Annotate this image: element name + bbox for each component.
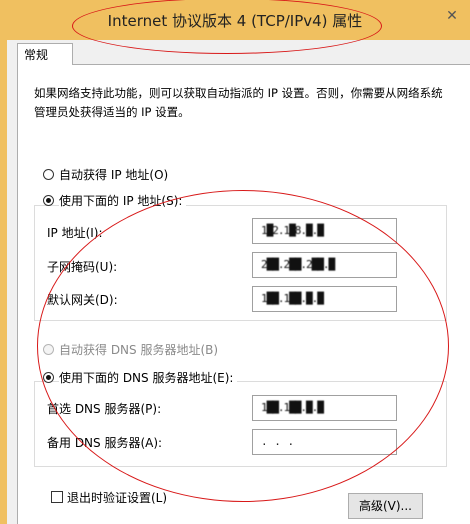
close-icon[interactable]: ✕ <box>444 8 460 24</box>
title-bar: Internet 协议版本 4 (TCP/IPv4) 属性 ✕ <box>0 0 470 40</box>
alternate-dns-field[interactable]: . . . <box>252 429 397 455</box>
subnet-mask-field[interactable]: 2██.2██.2██.█ <box>252 252 397 278</box>
manual-ip-label[interactable]: 使用下面的 IP 地址(S): <box>59 192 187 209</box>
properties-window: Internet 协议版本 4 (TCP/IPv4) 属性 ✕ 常规 如果网络支… <box>0 0 470 524</box>
preferred-dns-label: 首选 DNS 服务器(P): <box>47 402 162 416</box>
ip-address-value: 1█2.1█8.█.█ <box>261 224 324 237</box>
auto-ip-radio[interactable] <box>43 169 54 180</box>
alternate-dns-value: . . . <box>261 435 295 448</box>
manual-dns-radio[interactable] <box>43 372 54 383</box>
auto-dns-radio <box>43 344 54 355</box>
default-gateway-field[interactable]: 1██.1██.█.█ <box>252 286 397 312</box>
ip-address-field[interactable]: 1█2.1█8.█.█ <box>252 218 397 244</box>
general-tab-panel: 如果网络支持此功能，则可以获取自动指派的 IP 设置。否则，你需要从网络系统管理… <box>17 64 470 524</box>
auto-dns-label: 自动获得 DNS 服务器地址(B) <box>59 343 219 357</box>
subnet-mask-label: 子网掩码(U): <box>47 260 118 274</box>
validate-on-exit-checkbox[interactable] <box>51 491 63 503</box>
preferred-dns-value: 1██.1██.█.█ <box>261 401 324 414</box>
validate-on-exit-label[interactable]: 退出时验证设置(L) <box>67 489 167 506</box>
description-text: 如果网络支持此功能，则可以获取自动指派的 IP 设置。否则，你需要从网络系统管理… <box>34 86 443 119</box>
auto-ip-label[interactable]: 自动获得 IP 地址(O) <box>59 166 168 183</box>
ip-address-label: IP 地址(I): <box>47 226 103 240</box>
advanced-button[interactable]: 高级(V)... <box>348 493 423 519</box>
window-title: Internet 协议版本 4 (TCP/IPv4) 属性 <box>107 12 363 30</box>
default-gateway-label: 默认网关(D): <box>47 293 118 307</box>
dialog-client-area: 常规 如果网络支持此功能，则可以获取自动指派的 IP 设置。否则，你需要从网络系… <box>7 40 470 524</box>
default-gateway-value: 1██.1██.█.█ <box>261 292 324 305</box>
preferred-dns-field[interactable]: 1██.1██.█.█ <box>252 395 397 421</box>
manual-dns-label[interactable]: 使用下面的 DNS 服务器地址(E): <box>59 369 238 386</box>
subnet-mask-value: 2██.2██.2██.█ <box>261 258 335 271</box>
tab-general[interactable]: 常规 <box>17 43 73 65</box>
manual-ip-radio[interactable] <box>43 195 54 206</box>
alternate-dns-label: 备用 DNS 服务器(A): <box>47 436 163 450</box>
